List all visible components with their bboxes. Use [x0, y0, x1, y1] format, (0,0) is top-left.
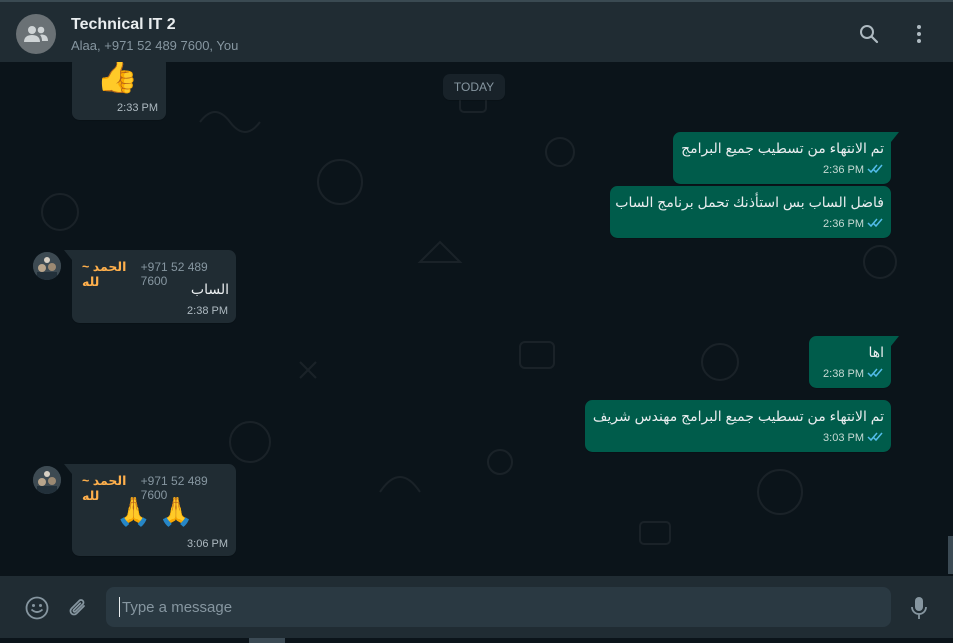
menu-icon[interactable] — [907, 22, 931, 46]
message-bubble-incoming[interactable]: ~ الحمد لله +971 52 489 7600 🙏 🙏 3:06 PM — [64, 464, 236, 556]
message-text: تم الانتهاء من تسطيب جميع البرامج مهندس … — [592, 408, 884, 424]
emoji-icon[interactable] — [24, 595, 50, 621]
group-avatar-icon[interactable] — [16, 14, 56, 54]
message-time: 2:38 PM — [823, 368, 864, 380]
mic-icon[interactable] — [906, 595, 932, 621]
date-divider: TODAY — [443, 74, 505, 100]
message-time: 2:36 PM — [823, 164, 864, 176]
pray-emoji: 🙏 🙏 — [116, 496, 194, 527]
message-input[interactable] — [106, 587, 891, 627]
read-ticks-icon — [867, 161, 883, 179]
message-meta: 3:06 PM — [187, 537, 228, 551]
message-time: 2:33 PM — [117, 102, 158, 114]
message-bubble-outgoing[interactable]: فاضل الساب بس استأذنك تحمل برنامج الساب … — [610, 186, 891, 238]
message-input-box[interactable] — [106, 587, 891, 627]
attach-icon[interactable] — [65, 595, 91, 621]
message-bubble-incoming[interactable]: 👍 2:33 PM — [72, 62, 166, 120]
message-meta: 2:38 PM — [823, 365, 883, 383]
chat-info[interactable]: Technical IT 2 Alaa, +971 52 489 7600, Y… — [71, 15, 238, 55]
chat-header: Technical IT 2 Alaa, +971 52 489 7600, Y… — [0, 0, 953, 62]
message-bubble-outgoing[interactable]: اها 2:38 PM — [809, 336, 899, 388]
message-bubble-outgoing[interactable]: تم الانتهاء من تسطيب جميع البرامج مهندس … — [585, 400, 891, 452]
thumbs-up-emoji: 👍 — [96, 62, 139, 95]
message-composer — [0, 576, 953, 638]
message-bubble-outgoing[interactable]: تم الانتهاء من تسطيب جميع البرامج 2:36 P… — [673, 132, 899, 184]
message-meta: 2:36 PM — [823, 215, 883, 233]
message-text: فاضل الساب بس استأذنك تحمل برنامج الساب — [615, 194, 884, 210]
message-time: 2:36 PM — [823, 218, 864, 230]
message-meta: 2:38 PM — [187, 304, 228, 318]
message-time: 3:03 PM — [823, 432, 864, 444]
read-ticks-icon — [867, 215, 883, 233]
chat-participants: Alaa, +971 52 489 7600, You — [71, 38, 239, 53]
taskbar-tab — [249, 638, 285, 643]
scrollbar-thumb[interactable] — [948, 536, 953, 574]
bottom-edge — [0, 638, 953, 643]
message-text: تم الانتهاء من تسطيب جميع البرامج — [681, 140, 884, 156]
text-caret — [119, 597, 120, 617]
search-icon[interactable] — [857, 22, 881, 46]
bubble-tail — [891, 132, 899, 142]
bubble-tail — [891, 336, 899, 346]
message-meta: 3:03 PM — [823, 429, 883, 447]
chat-title: Technical IT 2 — [71, 16, 176, 33]
message-list[interactable]: TODAY 👍 2:33 PM تم الانتهاء من تسطيب جمي… — [0, 62, 953, 576]
message-meta: 2:33 PM — [117, 101, 158, 115]
read-ticks-icon — [867, 365, 883, 383]
member-avatar[interactable] — [33, 252, 61, 280]
whatsapp-window: Technical IT 2 Alaa, +971 52 489 7600, Y… — [0, 0, 953, 643]
read-ticks-icon — [867, 429, 883, 447]
message-time: 3:06 PM — [187, 538, 228, 550]
message-text: اها — [868, 344, 884, 360]
bubble-tail — [64, 464, 72, 474]
message-time: 2:38 PM — [187, 305, 228, 317]
bubble-tail — [64, 250, 72, 260]
member-avatar[interactable] — [33, 466, 61, 494]
message-bubble-incoming[interactable]: ~ الحمد لله +971 52 489 7600 الساب 2:38 … — [64, 250, 236, 323]
sender-name[interactable]: ~ الحمد لله — [82, 259, 141, 289]
message-text: الساب — [190, 281, 229, 297]
message-meta: 2:36 PM — [823, 161, 883, 179]
